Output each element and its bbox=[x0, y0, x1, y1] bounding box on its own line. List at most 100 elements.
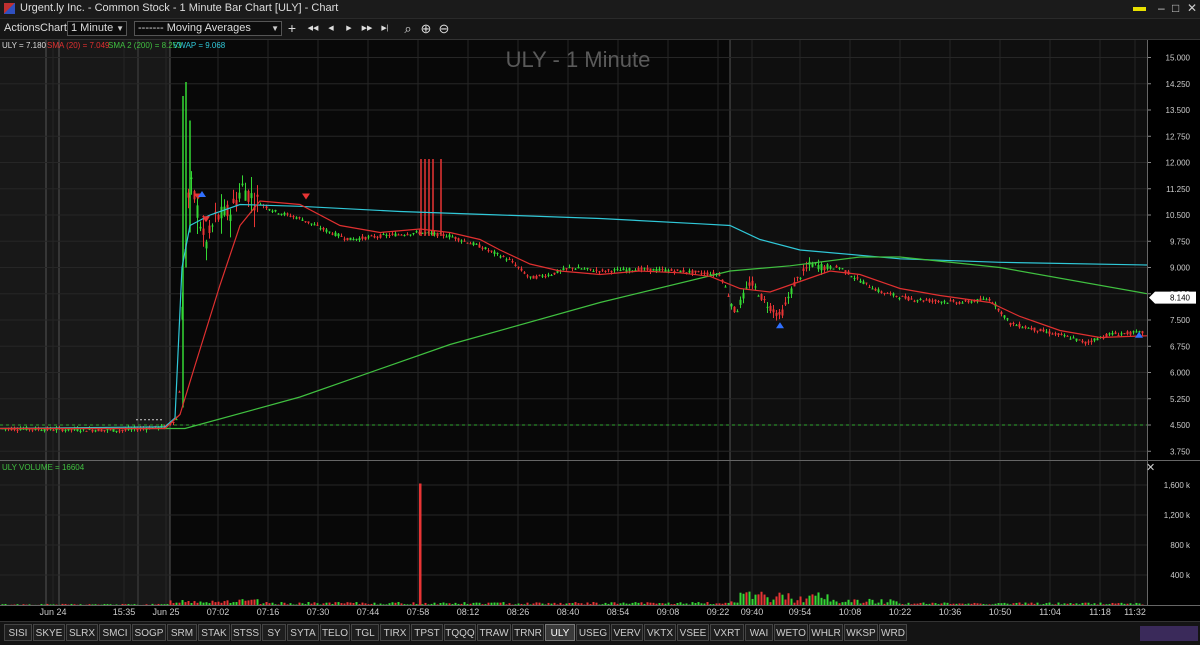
candle-body bbox=[1055, 333, 1057, 334]
add-study-button[interactable]: + bbox=[285, 21, 299, 36]
volume-bar bbox=[701, 603, 703, 605]
symbol-tab-stss[interactable]: STSS bbox=[231, 624, 261, 641]
time-axis-label: 10:50 bbox=[989, 607, 1012, 617]
tab-scroll-area[interactable] bbox=[1140, 626, 1198, 641]
symbol-tab-tgl[interactable]: TGL bbox=[351, 624, 379, 641]
candle-body bbox=[629, 268, 631, 271]
candle-body bbox=[917, 300, 919, 301]
symbol-tab-srm[interactable]: SRM bbox=[167, 624, 197, 641]
volume-bar bbox=[350, 603, 352, 605]
symbol-tab-wrd[interactable]: WRD bbox=[879, 624, 907, 641]
time-axis-label: 10:22 bbox=[889, 607, 912, 617]
price-axis-label: 5.250 bbox=[1170, 395, 1191, 404]
price-chart[interactable]: Jun 2415:35Jun 2507:0207:1607:3007:4407:… bbox=[0, 40, 1200, 620]
candle-body bbox=[776, 313, 778, 316]
study-select[interactable]: ------- Moving Averages ▼ bbox=[134, 21, 282, 36]
interval-select[interactable]: 1 Minute ▼ bbox=[67, 21, 127, 36]
volume-bar bbox=[368, 604, 370, 605]
chart-area[interactable]: Jun 2415:35Jun 2507:0207:1607:3007:4407:… bbox=[0, 40, 1200, 620]
candle-body bbox=[542, 275, 544, 276]
candle-body bbox=[515, 265, 517, 266]
volume-bar bbox=[134, 604, 136, 605]
scroll-forward-button[interactable]: ▶▶ bbox=[360, 21, 374, 36]
symbol-tab-sogp[interactable]: SOGP bbox=[132, 624, 166, 641]
volume-bar bbox=[500, 603, 502, 605]
symbol-tab-verv[interactable]: VERV bbox=[611, 624, 643, 641]
symbol-tab-smci[interactable]: SMCI bbox=[99, 624, 131, 641]
volume-bar bbox=[347, 602, 349, 605]
volume-bar bbox=[1043, 604, 1045, 605]
symbol-tab-syta[interactable]: SYTA bbox=[287, 624, 319, 641]
volume-bar bbox=[956, 604, 958, 605]
volume-bar bbox=[107, 604, 109, 605]
price-axis-label: 11.250 bbox=[1166, 185, 1190, 194]
candle-body bbox=[659, 269, 661, 271]
symbol-tab-useg[interactable]: USEG bbox=[576, 624, 610, 641]
candle-body bbox=[665, 269, 667, 271]
candle-body bbox=[410, 235, 412, 236]
link-color-indicator[interactable] bbox=[1133, 7, 1146, 11]
volume-bar bbox=[770, 602, 772, 605]
symbol-tab-vsee[interactable]: VSEE bbox=[677, 624, 709, 641]
symbol-tab-trnr[interactable]: TRNR bbox=[512, 624, 544, 641]
symbol-tab-tirx[interactable]: TIRX bbox=[380, 624, 410, 641]
volume-bar bbox=[518, 603, 520, 605]
candle-body bbox=[368, 236, 370, 237]
volume-bar bbox=[1097, 604, 1099, 605]
symbol-tab-vktx[interactable]: VKTX bbox=[644, 624, 676, 641]
volume-bar bbox=[932, 603, 934, 605]
volume-bar bbox=[191, 603, 193, 605]
close-button[interactable]: ✕ bbox=[1187, 1, 1197, 15]
maximize-button[interactable]: □ bbox=[1172, 1, 1179, 15]
candle-body bbox=[1007, 318, 1009, 319]
actions-menu[interactable]: Actions bbox=[4, 22, 40, 34]
candle-body bbox=[824, 267, 826, 271]
volume-bar bbox=[1091, 604, 1093, 605]
candle-body bbox=[734, 307, 736, 312]
volume-bar bbox=[116, 604, 118, 605]
zoom-reset-icon[interactable]: ⌕ bbox=[401, 21, 415, 36]
candle-body bbox=[596, 270, 598, 271]
chart-menu[interactable]: Chart bbox=[40, 22, 67, 34]
volume-bar bbox=[491, 603, 493, 605]
volume-bar bbox=[443, 602, 445, 605]
symbol-tab-wksp[interactable]: WKSP bbox=[844, 624, 878, 641]
symbol-tab-vxrt[interactable]: VXRT bbox=[710, 624, 744, 641]
zoom-out-icon[interactable]: ⊖ bbox=[437, 21, 451, 36]
minimize-button[interactable]: – bbox=[1158, 1, 1165, 15]
symbol-tab-whlr[interactable]: WHLR bbox=[809, 624, 843, 641]
volume-bar bbox=[389, 603, 391, 605]
volume-bar bbox=[707, 602, 709, 605]
candle-body bbox=[347, 238, 349, 240]
candle-body bbox=[53, 430, 55, 431]
candle-body bbox=[62, 429, 64, 431]
symbol-tab-wai[interactable]: WAI bbox=[745, 624, 773, 641]
symbol-tab-sisi[interactable]: SISI bbox=[4, 624, 32, 641]
symbol-tab-sy[interactable]: SY bbox=[262, 624, 286, 641]
symbol-tab-traw[interactable]: TRAW bbox=[477, 624, 511, 641]
candle-body bbox=[1004, 315, 1006, 317]
symbol-tab-uly[interactable]: ULY bbox=[545, 624, 575, 641]
symbol-tab-stak[interactable]: STAK bbox=[198, 624, 230, 641]
volume-close-icon[interactable]: ✕ bbox=[1146, 461, 1155, 474]
scroll-next-button[interactable]: ▶ bbox=[342, 21, 356, 36]
scroll-prev-button[interactable]: ◀ bbox=[324, 21, 338, 36]
candle-body bbox=[947, 303, 949, 304]
symbol-tab-skye[interactable]: SKYE bbox=[33, 624, 65, 641]
volume-bar bbox=[440, 603, 442, 605]
zoom-in-icon[interactable]: ⊕ bbox=[419, 21, 433, 36]
candle-body bbox=[395, 234, 397, 237]
scroll-first-button[interactable]: ◀◀ bbox=[306, 21, 320, 36]
candle-body bbox=[536, 276, 538, 279]
symbol-tab-tpst[interactable]: TPST bbox=[411, 624, 443, 641]
symbol-tab-weto[interactable]: WETO bbox=[774, 624, 808, 641]
symbol-tab-tqqq[interactable]: TQQQ bbox=[444, 624, 476, 641]
volume-bar bbox=[914, 604, 916, 605]
volume-bar bbox=[653, 603, 655, 605]
scroll-last-button[interactable]: ▶| bbox=[378, 21, 392, 36]
volume-bar bbox=[608, 604, 610, 605]
symbol-tab-telo[interactable]: TELO bbox=[320, 624, 350, 641]
price-axis-label: 9.750 bbox=[1170, 237, 1191, 246]
symbol-tab-slrx[interactable]: SLRX bbox=[66, 624, 98, 641]
volume-bar bbox=[791, 599, 793, 605]
